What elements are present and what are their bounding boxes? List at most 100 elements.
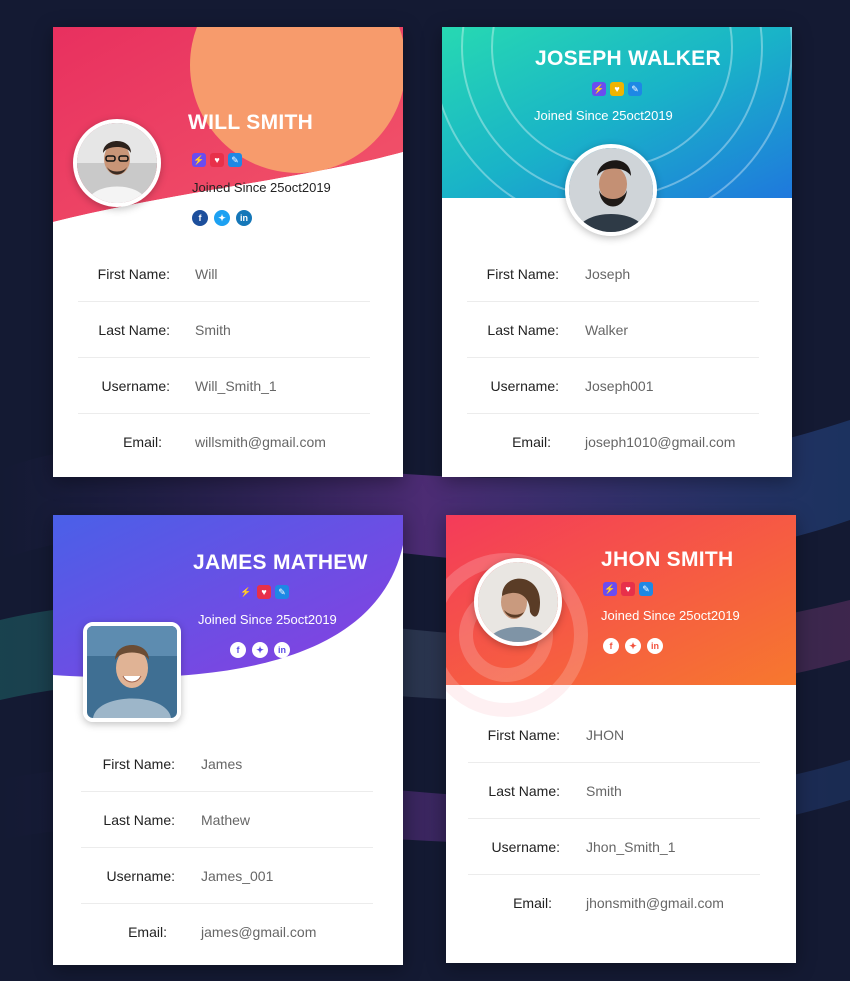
social-links: f ✦ in <box>192 210 252 226</box>
heart-icon: ♥ <box>610 82 624 96</box>
field-value: jhonsmith@gmail.com <box>586 895 724 911</box>
detail-row-username: Username: Joseph001 <box>467 358 759 414</box>
field-label: Last Name: <box>98 321 170 338</box>
avatar <box>565 144 657 236</box>
detail-row-last-name: Last Name: Mathew <box>81 792 373 848</box>
field-label: Email: <box>512 434 551 450</box>
field-value: Jhon_Smith_1 <box>586 838 676 855</box>
field-label: Username: <box>490 377 559 394</box>
profile-name: JOSEPH WALKER <box>535 47 721 70</box>
profile-card-jhon-smith: JHON SMITH ⚡ ♥ ✎ Joined Since 25oct2019 … <box>446 515 796 963</box>
field-value: Joseph <box>585 265 631 282</box>
avatar <box>73 119 161 207</box>
profile-details: First Name: James Last Name: Mathew User… <box>81 736 373 960</box>
detail-row-username: Username: James_001 <box>81 848 373 904</box>
field-value: James_001 <box>201 867 274 884</box>
detail-row-first-name: First Name: James <box>81 736 373 792</box>
detail-row-first-name: First Name: JHON <box>468 707 760 763</box>
field-value: Will <box>195 265 218 282</box>
portrait-photo <box>87 626 177 718</box>
profile-name: JHON SMITH <box>601 548 734 571</box>
field-label: Username: <box>106 867 175 884</box>
profile-details: First Name: JHON Last Name: Smith Userna… <box>468 707 760 931</box>
portrait-photo <box>569 148 653 232</box>
detail-row-username: Username: Will_Smith_1 <box>78 358 370 414</box>
linkedin-icon[interactable]: in <box>236 210 252 226</box>
field-value: willsmith@gmail.com <box>195 434 326 450</box>
twitter-icon[interactable]: ✦ <box>625 638 641 654</box>
detail-row-email: Email: willsmith@gmail.com <box>78 414 370 470</box>
lightning-icon: ⚡ <box>592 82 606 96</box>
joined-date: Joined Since 25oct2019 <box>534 108 673 123</box>
field-label: Username: <box>491 838 560 855</box>
detail-row-email: Email: jhonsmith@gmail.com <box>468 875 760 931</box>
field-label: Last Name: <box>487 321 559 338</box>
facebook-icon[interactable]: f <box>230 642 246 658</box>
joined-date: Joined Since 25oct2019 <box>192 180 331 195</box>
profile-details: First Name: Joseph Last Name: Walker Use… <box>467 246 759 470</box>
profile-card-james-mathew: JAMES MATHEW ⚡ ♥ ✎ Joined Since 25oct201… <box>53 515 403 965</box>
heart-icon: ♥ <box>257 585 271 599</box>
field-label: Email: <box>128 924 167 940</box>
twitter-icon[interactable]: ✦ <box>214 210 230 226</box>
field-value: Will_Smith_1 <box>195 377 277 394</box>
field-value: james@gmail.com <box>201 924 317 940</box>
facebook-icon[interactable]: f <box>603 638 619 654</box>
badge-group: ⚡ ♥ ✎ <box>239 585 289 599</box>
social-links: f ✦ in <box>230 642 290 658</box>
detail-row-first-name: First Name: Will <box>78 246 370 302</box>
linkedin-icon[interactable]: in <box>274 642 290 658</box>
heart-icon: ♥ <box>621 582 635 596</box>
pen-icon: ✎ <box>228 153 242 167</box>
heart-icon: ♥ <box>210 153 224 167</box>
profile-name: WILL SMITH <box>188 111 314 134</box>
profile-card-joseph-walker: JOSEPH WALKER ⚡ ♥ ✎ Joined Since 25oct20… <box>442 27 792 477</box>
linkedin-icon[interactable]: in <box>647 638 663 654</box>
lightning-icon: ⚡ <box>192 153 206 167</box>
avatar <box>83 622 181 722</box>
field-label: First Name: <box>486 265 559 282</box>
pen-icon: ✎ <box>275 585 289 599</box>
social-links: f ✦ in <box>603 638 663 654</box>
detail-row-first-name: First Name: Joseph <box>467 246 759 302</box>
field-value: Joseph001 <box>585 377 654 394</box>
badge-group: ⚡ ♥ ✎ <box>592 82 642 96</box>
twitter-icon[interactable]: ✦ <box>252 642 268 658</box>
badge-group: ⚡ ♥ ✎ <box>603 582 653 596</box>
lightning-icon: ⚡ <box>239 585 253 599</box>
field-label: Email: <box>123 434 162 450</box>
pen-icon: ✎ <box>639 582 653 596</box>
profile-card-will-smith: WILL SMITH ⚡ ♥ ✎ Joined Since 25oct2019 … <box>53 27 403 477</box>
field-label: Last Name: <box>103 811 175 828</box>
field-label: Email: <box>513 895 552 911</box>
badge-group: ⚡ ♥ ✎ <box>192 153 242 167</box>
joined-date: Joined Since 25oct2019 <box>601 608 740 623</box>
profile-name: JAMES MATHEW <box>193 551 368 574</box>
lightning-icon: ⚡ <box>603 582 617 596</box>
detail-row-last-name: Last Name: Walker <box>467 302 759 358</box>
field-label: Username: <box>101 377 170 394</box>
detail-row-email: Email: james@gmail.com <box>81 904 373 960</box>
joined-date: Joined Since 25oct2019 <box>198 612 337 627</box>
detail-row-email: Email: joseph1010@gmail.com <box>467 414 759 470</box>
field-label: Last Name: <box>488 782 560 799</box>
field-value: Smith <box>195 321 231 338</box>
field-label: First Name: <box>487 726 560 743</box>
field-value: joseph1010@gmail.com <box>585 434 736 450</box>
field-label: First Name: <box>102 755 175 772</box>
detail-row-last-name: Last Name: Smith <box>468 763 760 819</box>
pen-icon: ✎ <box>628 82 642 96</box>
portrait-photo <box>478 562 558 642</box>
field-value: Walker <box>585 321 629 338</box>
field-value: Mathew <box>201 811 251 828</box>
field-value: James <box>201 755 243 772</box>
detail-row-last-name: Last Name: Smith <box>78 302 370 358</box>
detail-row-username: Username: Jhon_Smith_1 <box>468 819 760 875</box>
portrait-photo <box>77 123 157 203</box>
field-value: JHON <box>586 726 625 743</box>
facebook-icon[interactable]: f <box>192 210 208 226</box>
avatar <box>474 558 562 646</box>
profile-details: First Name: Will Last Name: Smith Userna… <box>78 246 370 470</box>
field-value: Smith <box>586 782 622 799</box>
field-label: First Name: <box>97 265 170 282</box>
